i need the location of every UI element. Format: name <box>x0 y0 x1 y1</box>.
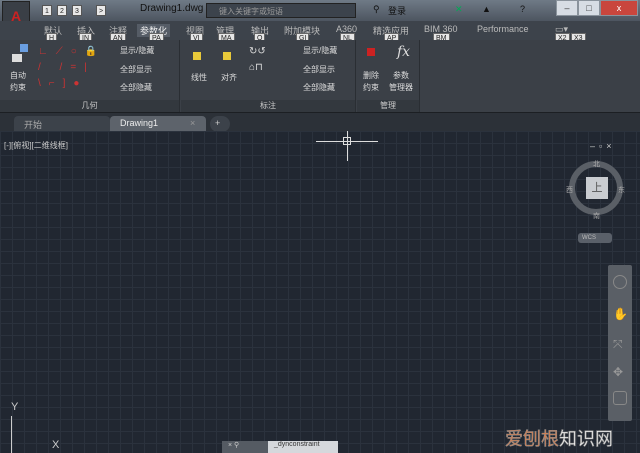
geometric-constraint-icons[interactable]: ∟⟋○🔒 / /=| \⌐]● <box>38 44 108 94</box>
tab-start[interactable]: 开始 <box>14 116 110 132</box>
manage-panel-title[interactable]: 管理 <box>357 100 419 112</box>
tab-performance[interactable]: Performance <box>477 24 529 34</box>
crosshair-vertical <box>347 131 348 161</box>
wcs-menu[interactable]: WCS <box>578 233 612 243</box>
help-button[interactable]: ? <box>520 4 525 14</box>
compass-west[interactable]: 西 <box>566 185 573 195</box>
autodesk-icon[interactable]: ▲ <box>482 4 491 14</box>
geo-show-all-button[interactable]: 全部显示 <box>120 64 152 75</box>
watermark: 爱刨根知识网 <box>505 425 614 451</box>
sign-in-button[interactable]: 登录 <box>388 4 406 17</box>
showmotion-icon[interactable] <box>613 391 627 405</box>
geo-hide-all-button[interactable]: 全部隐藏 <box>120 82 152 93</box>
ucs-y-label: Y <box>11 401 19 413</box>
crosshair-pickbox <box>343 137 351 145</box>
manage-panel: 删除 约束 fx 参数 管理器 管理 <box>357 40 420 112</box>
exchange-icon[interactable]: ✕ <box>455 4 463 15</box>
quick-access-2[interactable]: 2 <box>57 5 67 16</box>
parameters-manager-button[interactable]: 参数 管理器 <box>389 70 413 94</box>
linear-icon <box>193 52 201 60</box>
quick-access-more[interactable]: > <box>96 5 106 16</box>
dimension-panel-title[interactable]: 标注 <box>181 100 355 112</box>
command-line-controls[interactable]: × ⚲ <box>222 441 268 453</box>
quick-access-1[interactable]: 1 <box>42 5 52 16</box>
steering-wheel-icon[interactable] <box>613 275 627 289</box>
aligned-button[interactable]: 对齐 <box>221 72 237 83</box>
pan-icon[interactable]: ✋ <box>613 307 628 321</box>
dim-show-all-button[interactable]: 全部显示 <box>303 64 335 75</box>
ucs-x-label: X <box>52 439 60 451</box>
delete-constraints-button[interactable]: 删除 约束 <box>363 70 379 94</box>
zoom-icon[interactable]: ⤧ <box>613 337 627 351</box>
watermark-part-a: 爱刨根 <box>505 429 560 450</box>
document-tabs: 开始 Drawing1 × + <box>0 112 640 132</box>
viewport-window-controls[interactable]: –▫× <box>590 141 615 151</box>
watermark-part-b: 知识网 <box>559 429 614 450</box>
auto-constrain-icon <box>20 44 28 52</box>
dim-hide-all-button[interactable]: 全部隐藏 <box>303 82 335 93</box>
compass-east[interactable]: 东 <box>618 185 625 195</box>
ribbon-tabs: 默认 H 插入 IN 注释 AN 参数化 PA 视图 VI 管理 MA 输出 O… <box>0 21 640 44</box>
geometry-panel: 自动 约束 ∟⟋○🔒 / /=| \⌐]● 显示/隐藏 全部显示 全部隐藏 几何 <box>0 40 180 112</box>
close-button[interactable]: x <box>600 0 638 16</box>
auto-constrain-icon-base <box>12 54 22 62</box>
binoculars-icon[interactable]: ⚲ <box>373 4 380 15</box>
viewport-controls[interactable]: [-][俯视][二维线框] <box>4 140 68 151</box>
dim-show-hide-button[interactable]: 显示/隐藏 <box>303 45 337 56</box>
compass-south[interactable]: 南 <box>593 211 600 221</box>
delete-constraints-icon <box>367 48 375 56</box>
minimize-button[interactable]: – <box>556 0 578 16</box>
command-line-input[interactable]: _dynconstraint <box>268 441 338 453</box>
orbit-icon[interactable]: ✥ <box>613 365 627 379</box>
linear-button[interactable]: 线性 <box>191 72 207 83</box>
navigation-bar: ✋ ⤧ ✥ <box>608 265 632 421</box>
close-tab-icon[interactable]: × <box>190 116 195 132</box>
viewcube-top[interactable]: 上 <box>586 177 608 199</box>
new-tab-button[interactable]: + <box>210 116 230 132</box>
title-bar: A 1 2 3 > Drawing1.dwg 键入关键字或短语 ⚲ 登录 ✕ ▲… <box>0 0 640 31</box>
search-input[interactable]: 键入关键字或短语 <box>206 3 356 18</box>
geometry-panel-title[interactable]: 几何 <box>0 100 179 112</box>
quick-access-3[interactable]: 3 <box>72 5 82 16</box>
ucs-y-axis <box>11 416 12 453</box>
angular-radius-icons[interactable]: ↻↺ ⌂⊓ <box>249 44 266 76</box>
geo-show-hide-button[interactable]: 显示/隐藏 <box>120 45 154 56</box>
aligned-icon <box>223 52 231 60</box>
fx-icon: fx <box>397 44 411 60</box>
compass-north[interactable]: 北 <box>593 159 600 169</box>
drawing-canvas[interactable]: [-][俯视][二维线框] –▫× 上 北 南 东 西 WCS ✋ ⤧ ✥ Y … <box>0 131 640 453</box>
maximize-button[interactable]: □ <box>578 0 600 16</box>
ribbon: 自动 约束 ∟⟋○🔒 / /=| \⌐]● 显示/隐藏 全部显示 全部隐藏 几何 线… <box>0 40 640 112</box>
auto-constrain-button[interactable]: 自动 约束 <box>10 70 26 94</box>
dimension-panel: 线性 对齐 ↻↺ ⌂⊓ 显示/隐藏 全部显示 全部隐藏 标注 <box>181 40 356 112</box>
document-title: Drawing1.dwg <box>140 3 204 14</box>
